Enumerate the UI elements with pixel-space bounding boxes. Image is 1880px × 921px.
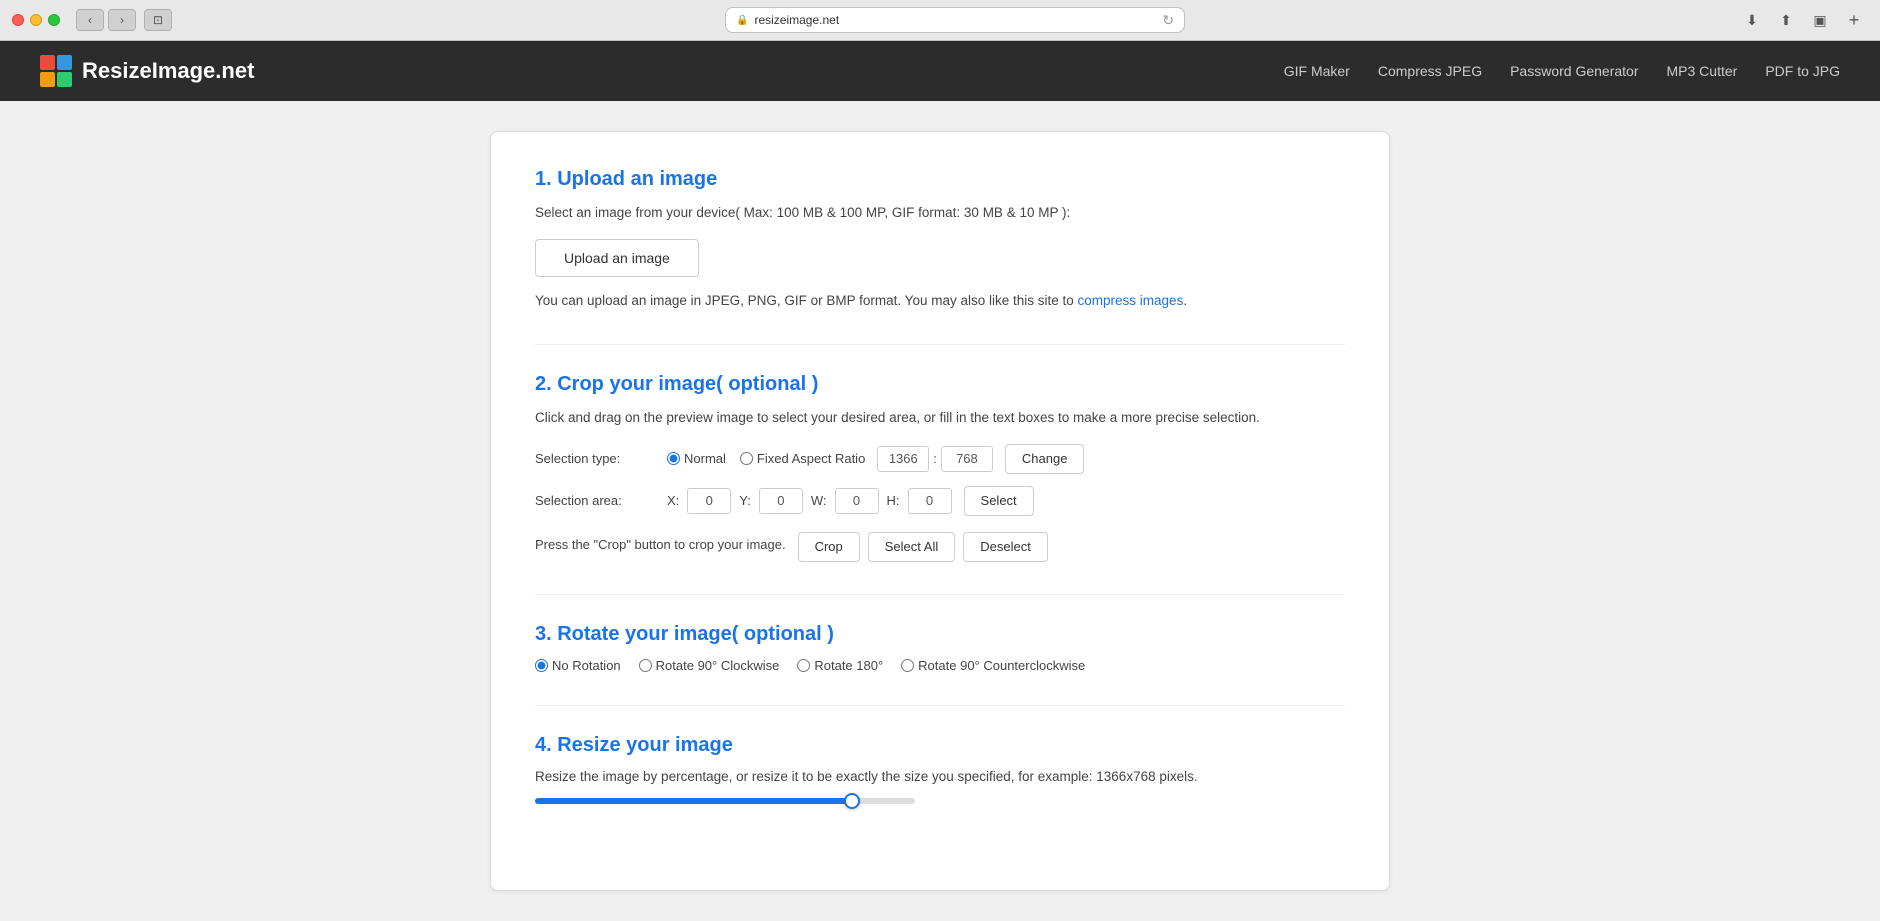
toolbar-right: ⬇ ⬆ ▣ + — [1738, 9, 1868, 31]
rotate-cw90-text: Rotate 90° Clockwise — [656, 658, 780, 673]
selection-area-label: Selection area: — [535, 493, 655, 508]
nav-compress-jpeg[interactable]: Compress JPEG — [1378, 63, 1482, 79]
app-logo[interactable]: ResizeImage.net — [40, 55, 254, 87]
select-all-button[interactable]: Select All — [868, 532, 955, 562]
area-inputs: X: Y: W: H: — [667, 488, 952, 514]
h-label: H: — [887, 493, 900, 508]
rotate-none-radio[interactable] — [535, 659, 548, 672]
compress-images-link[interactable]: compress images — [1078, 293, 1184, 308]
crop-desc: Click and drag on the preview image to s… — [535, 408, 1345, 428]
url-text: resizeimage.net — [754, 13, 839, 27]
aspect-width-input[interactable] — [877, 446, 929, 472]
selection-type-group: Normal Fixed Aspect Ratio — [667, 451, 865, 466]
nav-links: GIF Maker Compress JPEG Password Generat… — [1284, 63, 1840, 79]
press-label: Press the "Crop" button to crop your ima… — [535, 537, 786, 552]
lock-icon: 🔒 — [736, 15, 748, 26]
resize-section: 4. Resize your image Resize the image by… — [535, 734, 1345, 804]
traffic-lights — [12, 14, 60, 26]
app-navbar: ResizeImage.net GIF Maker Compress JPEG … — [0, 41, 1880, 101]
rotate-title: 3. Rotate your image( optional ) — [535, 623, 1345, 646]
nav-pdf-to-jpg[interactable]: PDF to JPG — [1765, 63, 1840, 79]
upload-desc: Select an image from your device( Max: 1… — [535, 203, 1345, 223]
rotate-cw90-radio[interactable] — [639, 659, 652, 672]
normal-radio[interactable] — [667, 452, 680, 465]
x-label: X: — [667, 493, 679, 508]
divider-1 — [535, 344, 1345, 345]
minimize-button[interactable] — [30, 14, 42, 26]
rotate-none-label[interactable]: No Rotation — [535, 658, 621, 673]
divider-2 — [535, 594, 1345, 595]
normal-radio-label[interactable]: Normal — [667, 451, 726, 466]
share-icon[interactable]: ⬆ — [1772, 9, 1800, 31]
main-card: 1. Upload an image Select an image from … — [490, 131, 1390, 891]
upload-note-end: . — [1183, 293, 1187, 308]
aspect-inputs: : — [877, 446, 993, 472]
rotate-cw90-label[interactable]: Rotate 90° Clockwise — [639, 658, 780, 673]
resize-title: 4. Resize your image — [535, 734, 1345, 757]
upload-note: You can upload an image in JPEG, PNG, GI… — [535, 291, 1345, 311]
tab-button[interactable]: ⊡ — [144, 9, 172, 31]
maximize-button[interactable] — [48, 14, 60, 26]
resize-slider[interactable] — [535, 798, 915, 804]
logo-icon — [40, 55, 72, 87]
extensions-icon[interactable]: ⬇ — [1738, 9, 1766, 31]
h-input[interactable] — [908, 488, 952, 514]
rotate-180-text: Rotate 180° — [814, 658, 883, 673]
nav-buttons: ‹ › — [76, 9, 136, 31]
w-label: W: — [811, 493, 827, 508]
nav-gif-maker[interactable]: GIF Maker — [1284, 63, 1350, 79]
browser-chrome: ‹ › ⊡ 🔒 resizeimage.net ↻ ⬇ ⬆ ▣ + — [0, 0, 1880, 41]
rotate-none-text: No Rotation — [552, 658, 621, 673]
aspect-height-input[interactable] — [941, 446, 993, 472]
selection-area-row: Selection area: X: Y: W: H: Select — [535, 486, 1345, 516]
new-tab-icon[interactable]: + — [1840, 9, 1868, 31]
rotate-ccw90-radio[interactable] — [901, 659, 914, 672]
browser-titlebar: ‹ › ⊡ 🔒 resizeimage.net ↻ ⬇ ⬆ ▣ + — [0, 0, 1880, 40]
selection-type-row: Selection type: Normal Fixed Aspect Rati… — [535, 444, 1345, 474]
page-content: 1. Upload an image Select an image from … — [0, 101, 1880, 921]
aspect-separator: : — [933, 451, 937, 466]
logo-text: ResizeImage.net — [82, 58, 254, 84]
y-input[interactable] — [759, 488, 803, 514]
nav-mp3-cutter[interactable]: MP3 Cutter — [1667, 63, 1738, 79]
upload-section: 1. Upload an image Select an image from … — [535, 168, 1345, 312]
normal-label: Normal — [684, 451, 726, 466]
x-input[interactable] — [687, 488, 731, 514]
address-bar[interactable]: 🔒 resizeimage.net ↻ — [725, 7, 1185, 33]
select-button[interactable]: Select — [964, 486, 1034, 516]
divider-3 — [535, 705, 1345, 706]
fixed-aspect-label: Fixed Aspect Ratio — [757, 451, 865, 466]
resize-desc: Resize the image by percentage, or resiz… — [535, 769, 1345, 784]
upload-note-text: You can upload an image in JPEG, PNG, GI… — [535, 293, 1078, 308]
rotate-180-radio[interactable] — [797, 659, 810, 672]
upload-title: 1. Upload an image — [535, 168, 1345, 191]
upload-button[interactable]: Upload an image — [535, 239, 699, 277]
rotate-180-label[interactable]: Rotate 180° — [797, 658, 883, 673]
selection-type-label: Selection type: — [535, 451, 655, 466]
y-label: Y: — [739, 493, 751, 508]
rotate-group: No Rotation Rotate 90° Clockwise Rotate … — [535, 658, 1345, 673]
fixed-aspect-radio-label[interactable]: Fixed Aspect Ratio — [740, 451, 865, 466]
crop-actions: Crop Select All Deselect — [798, 532, 1048, 562]
crop-title: 2. Crop your image( optional ) — [535, 373, 1345, 396]
sidebar-icon[interactable]: ▣ — [1806, 9, 1834, 31]
back-button[interactable]: ‹ — [76, 9, 104, 31]
w-input[interactable] — [835, 488, 879, 514]
crop-button[interactable]: Crop — [798, 532, 860, 562]
rotate-section: 3. Rotate your image( optional ) No Rota… — [535, 623, 1345, 673]
nav-password-generator[interactable]: Password Generator — [1510, 63, 1638, 79]
forward-button[interactable]: › — [108, 9, 136, 31]
deselect-button[interactable]: Deselect — [963, 532, 1048, 562]
crop-section: 2. Crop your image( optional ) Click and… — [535, 373, 1345, 562]
change-button[interactable]: Change — [1005, 444, 1085, 474]
resize-slider-wrap — [535, 798, 1345, 804]
fixed-aspect-radio[interactable] — [740, 452, 753, 465]
address-bar-wrap: 🔒 resizeimage.net ↻ — [196, 7, 1714, 33]
rotate-ccw90-label[interactable]: Rotate 90° Counterclockwise — [901, 658, 1085, 673]
close-button[interactable] — [12, 14, 24, 26]
reload-icon[interactable]: ↻ — [1162, 12, 1174, 29]
crop-actions-row: Press the "Crop" button to crop your ima… — [535, 528, 1345, 562]
rotate-ccw90-text: Rotate 90° Counterclockwise — [918, 658, 1085, 673]
